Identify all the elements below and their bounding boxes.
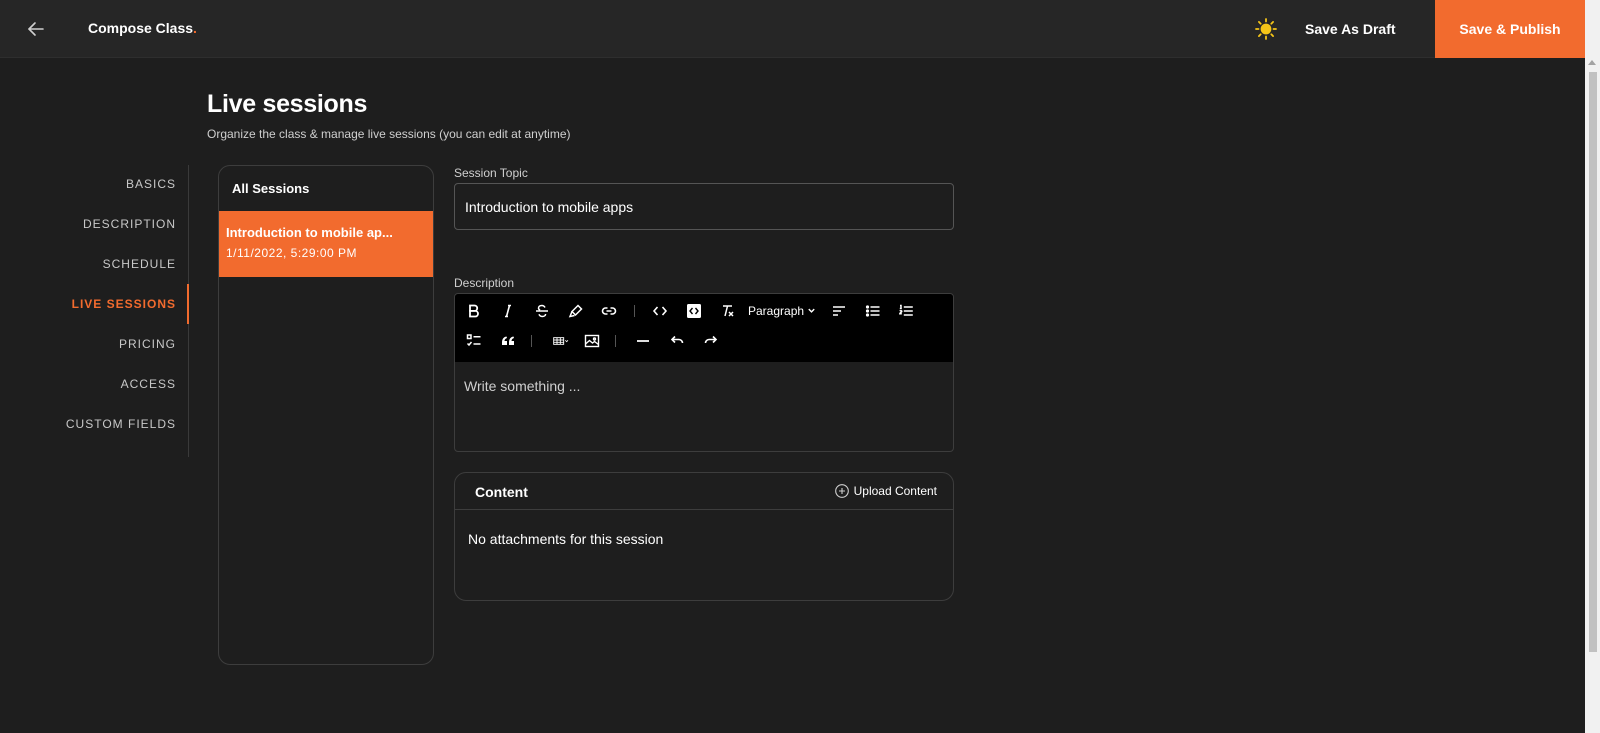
page-subtitle: Organize the class & manage live session… [207, 127, 571, 141]
upload-content-label: Upload Content [853, 484, 937, 498]
app-title: Compose Class. [88, 20, 197, 36]
session-topic-label: Session Topic [454, 166, 528, 180]
code-icon[interactable] [649, 300, 671, 322]
redo-icon[interactable] [700, 330, 722, 352]
toolbar-divider [531, 335, 532, 347]
nav-item-schedule[interactable]: SCHEDULE [103, 257, 176, 271]
table-icon[interactable] [547, 330, 575, 352]
link-icon[interactable] [598, 300, 620, 322]
content-title: Content [475, 484, 528, 500]
bold-icon[interactable] [463, 300, 485, 322]
horizontal-rule-icon[interactable] [632, 330, 654, 352]
highlight-icon[interactable] [565, 300, 587, 322]
align-left-icon[interactable] [828, 300, 850, 322]
app-title-text: Compose Class [88, 20, 194, 36]
image-icon[interactable] [581, 330, 603, 352]
description-label: Description [454, 276, 515, 290]
active-nav-indicator [187, 284, 189, 324]
session-date: 1/11/2022, 5:29:00 PM [226, 246, 358, 260]
save-and-publish-button[interactable]: Save & Publish [1435, 0, 1585, 58]
sessions-header: All Sessions [232, 181, 310, 196]
chevron-down-icon [807, 300, 816, 322]
undo-icon[interactable] [666, 330, 688, 352]
nav-item-live-sessions[interactable]: LIVE SESSIONS [72, 297, 176, 311]
paragraph-label: Paragraph [748, 304, 805, 318]
sun-icon[interactable] [1254, 17, 1278, 41]
editor-toolbar: Paragraph [455, 294, 953, 362]
code-block-icon[interactable] [683, 300, 705, 322]
back-arrow-icon[interactable] [24, 17, 48, 41]
toolbar-divider [615, 335, 616, 347]
quote-icon[interactable] [497, 330, 519, 352]
save-as-draft-button[interactable]: Save As Draft [1305, 0, 1396, 58]
nav-item-pricing[interactable]: PRICING [119, 337, 176, 351]
paragraph-dropdown[interactable]: Paragraph [748, 300, 816, 322]
upload-content-button[interactable]: Upload Content [834, 484, 937, 498]
clear-format-icon[interactable] [717, 300, 739, 322]
task-list-icon[interactable] [463, 330, 485, 352]
session-title: Introduction to mobile ap... [226, 225, 393, 240]
description-editor: Paragraph Write something ... [454, 293, 954, 452]
nav-item-access[interactable]: ACCESS [121, 377, 176, 391]
top-bar: Compose Class. Save As Draft Save & Publ… [0, 0, 1585, 58]
sessions-panel: All Sessions Introduction to mobile ap..… [218, 165, 434, 665]
session-topic-input[interactable] [454, 183, 954, 230]
empty-attachments-text: No attachments for this session [468, 531, 664, 547]
session-list-item[interactable]: Introduction to mobile ap... 1/11/2022, … [219, 211, 433, 277]
content-card: Content Upload Content No attachments fo… [454, 472, 954, 601]
scroll-up-arrow-icon[interactable] [1588, 60, 1596, 65]
nav-item-custom-fields[interactable]: CUSTOM FIELDS [66, 417, 176, 431]
scroll-thumb[interactable] [1589, 72, 1597, 652]
strikethrough-icon[interactable] [531, 300, 553, 322]
toolbar-divider [634, 305, 635, 317]
content-card-header: Content Upload Content [455, 473, 953, 510]
nav-item-description[interactable]: DESCRIPTION [83, 217, 176, 231]
section-nav: BASICS DESCRIPTION SCHEDULE LIVE SESSION… [0, 165, 189, 457]
page-scrollbar[interactable] [1585, 0, 1600, 733]
plus-circle-icon [834, 484, 849, 498]
app-title-dot: . [193, 20, 197, 36]
nav-item-basics[interactable]: BASICS [126, 177, 176, 191]
page-title: Live sessions [207, 90, 368, 118]
bullet-list-icon[interactable] [862, 300, 884, 322]
description-editor-body[interactable]: Write something ... [455, 362, 953, 451]
ordered-list-icon[interactable] [895, 300, 917, 322]
italic-icon[interactable] [497, 300, 519, 322]
